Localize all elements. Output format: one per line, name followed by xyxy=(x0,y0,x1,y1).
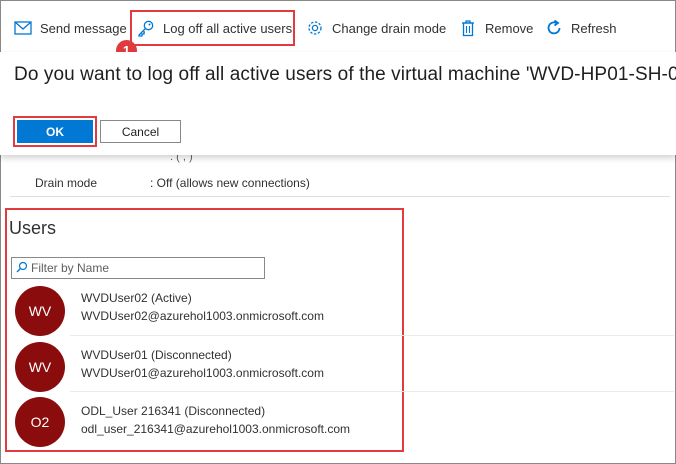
search-icon xyxy=(16,261,28,276)
refresh-button[interactable]: Refresh xyxy=(544,14,617,42)
refresh-label: Refresh xyxy=(571,20,617,36)
refresh-icon xyxy=(544,18,564,38)
confirm-question: Do you want to log off all active users … xyxy=(14,64,676,85)
confirm-dialog: Do you want to log off all active users … xyxy=(0,52,676,155)
trash-icon xyxy=(458,18,478,38)
send-message-button[interactable]: Send message xyxy=(13,14,127,42)
drain-mode-value: : Off (allows new connections) xyxy=(150,176,310,190)
avatar: WV xyxy=(15,286,65,336)
filter-input[interactable] xyxy=(28,261,248,275)
remove-label: Remove xyxy=(485,20,534,36)
cancel-button[interactable]: Cancel xyxy=(100,120,181,143)
send-message-label: Send message xyxy=(40,20,127,36)
user-email: WVDUser01@azurehol1003.onmicrosoft.com xyxy=(81,366,324,380)
change-drain-mode-label: Change drain mode xyxy=(332,20,447,36)
user-email: odl_user_216341@azurehol1003.onmicrosoft… xyxy=(81,422,351,436)
command-toolbar: Send message Log off all active users Ch… xyxy=(0,0,676,52)
user-list-item[interactable]: WV WVDUser02 (Active) WVDUser02@azurehol… xyxy=(15,283,675,339)
user-list-item[interactable]: O2 ODL_User 216341 (Disconnected) odl_us… xyxy=(15,396,675,452)
row-divider xyxy=(70,335,674,336)
users-heading: Users xyxy=(9,218,57,238)
avatar: O2 xyxy=(15,397,65,447)
user-name: WVDUser01 (Disconnected) xyxy=(81,348,232,362)
change-drain-mode-button[interactable]: Change drain mode xyxy=(305,14,446,42)
section-divider xyxy=(10,196,670,197)
gear-icon xyxy=(305,18,325,38)
user-name: ODL_User 216341 (Disconnected) xyxy=(81,404,266,418)
filter-box[interactable] xyxy=(11,257,265,279)
mail-icon xyxy=(13,18,33,38)
row-divider xyxy=(70,391,674,392)
user-name: WVDUser02 (Active) xyxy=(81,291,192,305)
avatar: WV xyxy=(15,342,65,392)
log-off-highlight-box xyxy=(130,10,295,46)
user-list-item[interactable]: WV WVDUser01 (Disconnected) WVDUser01@az… xyxy=(15,340,675,396)
drain-mode-label: Drain mode xyxy=(35,176,98,190)
user-email: WVDUser02@azurehol1003.onmicrosoft.com xyxy=(81,309,324,323)
remove-button[interactable]: Remove xyxy=(458,14,533,42)
ok-highlight-box xyxy=(13,116,97,147)
